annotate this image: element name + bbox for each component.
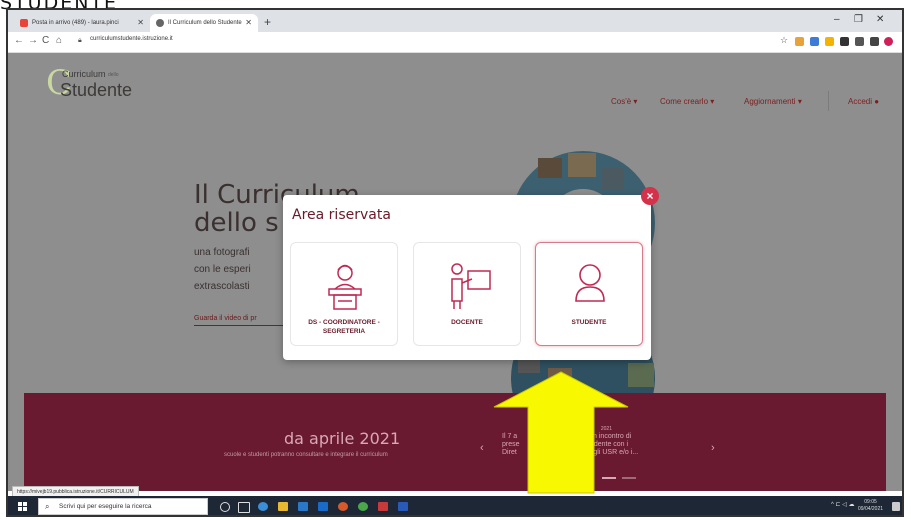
file-explorer-icon[interactable] <box>278 502 288 511</box>
extension-icon[interactable] <box>795 37 804 46</box>
store-icon[interactable] <box>298 502 308 511</box>
extension-icon[interactable] <box>825 37 834 46</box>
tab-curriculum[interactable]: Il Curriculum dello Studente ✕ <box>150 14 258 32</box>
browser-window: Posta in arrivo (489) - laura.pinci ✕ Il… <box>6 8 904 517</box>
card-label-line: DS - COORDINATORE - <box>308 319 380 326</box>
cortana-icon[interactable] <box>220 502 230 512</box>
yellow-arrow-annotation <box>493 371 629 494</box>
back-icon[interactable]: ← <box>14 35 24 46</box>
search-placeholder: Scrivi qui per eseguire la ricerca <box>59 503 152 510</box>
card-label: STUDENTE <box>571 319 607 326</box>
star-icon[interactable]: ☆ <box>780 35 788 46</box>
reserved-area-modal: Area riservata × DS - COORDINATORE - SEG… <box>283 187 659 360</box>
video-link-underline <box>194 325 284 326</box>
extension-icon[interactable] <box>840 37 849 46</box>
logo-bottom-text: Studente <box>60 80 133 100</box>
tab-label: Il Curriculum dello Studente <box>168 20 242 26</box>
extension-icon[interactable] <box>810 37 819 46</box>
nav-label: Come crearlo <box>660 97 709 106</box>
tab-bar: Posta in arrivo (489) - laura.pinci ✕ Il… <box>8 10 902 32</box>
site-logo[interactable]: C Curriculum dello Studente <box>46 61 146 103</box>
gmail-icon <box>20 19 28 27</box>
hero-text-line: con le esperi <box>194 264 251 275</box>
logo-small-text: dello <box>108 72 119 78</box>
window-close-icon[interactable]: ✕ <box>876 14 884 25</box>
card-ds-coordinatore[interactable]: DS - COORDINATORE - SEGRETERIA <box>290 242 398 346</box>
word-icon[interactable] <box>398 502 408 511</box>
carousel-prev-icon[interactable]: ‹ <box>480 442 484 454</box>
card-label: DS - COORDINATORE - SEGRETERIA <box>291 318 397 336</box>
nav-cose[interactable]: Cos'è ▾ <box>611 97 637 106</box>
minimize-icon[interactable]: – <box>834 14 840 25</box>
logo-top-text: Curriculum <box>62 69 106 79</box>
user-icon: ● <box>874 97 880 106</box>
carousel-next-icon[interactable]: › <box>711 442 715 454</box>
close-tab-icon[interactable]: ✕ <box>137 18 144 27</box>
card-docente[interactable]: DOCENTE <box>413 242 521 346</box>
forward-icon[interactable]: → <box>28 35 38 46</box>
nav-divider <box>828 91 829 111</box>
clock-date: 09/04/2021 <box>858 506 884 512</box>
puzzle-icon[interactable] <box>870 37 879 46</box>
banner-subtitle: scuole e studenti potranno consultare e … <box>224 452 388 458</box>
nav-accedi[interactable]: Accedi ● <box>848 97 879 106</box>
nav-label: Accedi <box>848 97 873 106</box>
task-view-icon[interactable] <box>238 502 250 513</box>
notifications-icon[interactable] <box>892 502 900 511</box>
app-icon[interactable] <box>378 502 388 511</box>
profile-avatar[interactable] <box>884 37 893 46</box>
system-tray[interactable]: ^ ⊏ ◁ ☁ <box>831 501 854 508</box>
taskbar-search-input[interactable]: ⌕ Scrivi qui per eseguire la ricerca <box>38 498 208 515</box>
nav-label: Aggiornamenti <box>744 97 796 106</box>
card-label-line: SEGRETERIA <box>322 328 366 335</box>
windows-start-icon[interactable] <box>18 502 27 511</box>
url-field[interactable]: curriculumstudente.istruzione.it <box>90 36 173 42</box>
site-favicon-icon <box>156 19 164 27</box>
news-banner: da aprile 2021 scuole e studenti potrann… <box>24 393 886 491</box>
home-icon[interactable]: ⌂ <box>56 35 62 46</box>
banner-title: da aprile 2021 <box>284 429 401 448</box>
address-bar: ← → C ⌂ 🔒︎ curriculumstudente.istruzione… <box>8 32 902 53</box>
clock-time: 09:05 <box>864 499 877 505</box>
card-studente[interactable]: STUDENTE <box>535 242 643 346</box>
hero-text-line: extrascolasti <box>194 281 250 292</box>
clock[interactable]: 09:05 09/04/2021 <box>858 499 883 513</box>
taskbar: ⌕ Scrivi qui per eseguire la ricerca ^ ⊏… <box>8 496 902 515</box>
tab-gmail[interactable]: Posta in arrivo (489) - laura.pinci ✕ <box>14 14 150 32</box>
chrome-icon[interactable] <box>358 502 368 511</box>
reload-icon[interactable]: C <box>42 35 49 46</box>
new-tab-icon[interactable]: + <box>264 15 271 29</box>
lock-icon[interactable]: 🔒︎ <box>78 37 82 45</box>
extension-icon[interactable] <box>855 37 864 46</box>
tab-label: Posta in arrivo (489) - laura.pinci <box>32 20 119 26</box>
close-tab-icon[interactable]: ✕ <box>245 18 252 27</box>
modal-title: Area riservata <box>292 207 391 223</box>
menu-icon[interactable]: ⋮ <box>898 35 902 46</box>
app-icon[interactable] <box>338 502 348 511</box>
mail-icon[interactable] <box>318 502 328 511</box>
nav-label: Cos'è <box>611 97 632 106</box>
card-label: DOCENTE <box>451 319 483 326</box>
edge-icon[interactable] <box>258 502 268 511</box>
hero-text-line: una fotografi <box>194 247 250 258</box>
student-person-icon <box>575 264 605 302</box>
teacher-board-icon <box>451 263 491 309</box>
nav-aggiornamenti[interactable]: Aggiornamenti ▾ <box>744 97 802 106</box>
search-icon: ⌕ <box>45 502 50 511</box>
video-link[interactable]: Guarda il video di pr <box>194 315 257 322</box>
close-modal-button[interactable]: × <box>641 187 659 205</box>
maximize-icon[interactable]: ❐ <box>854 14 863 25</box>
nav-come-crearlo[interactable]: Come crearlo ▾ <box>660 97 714 106</box>
